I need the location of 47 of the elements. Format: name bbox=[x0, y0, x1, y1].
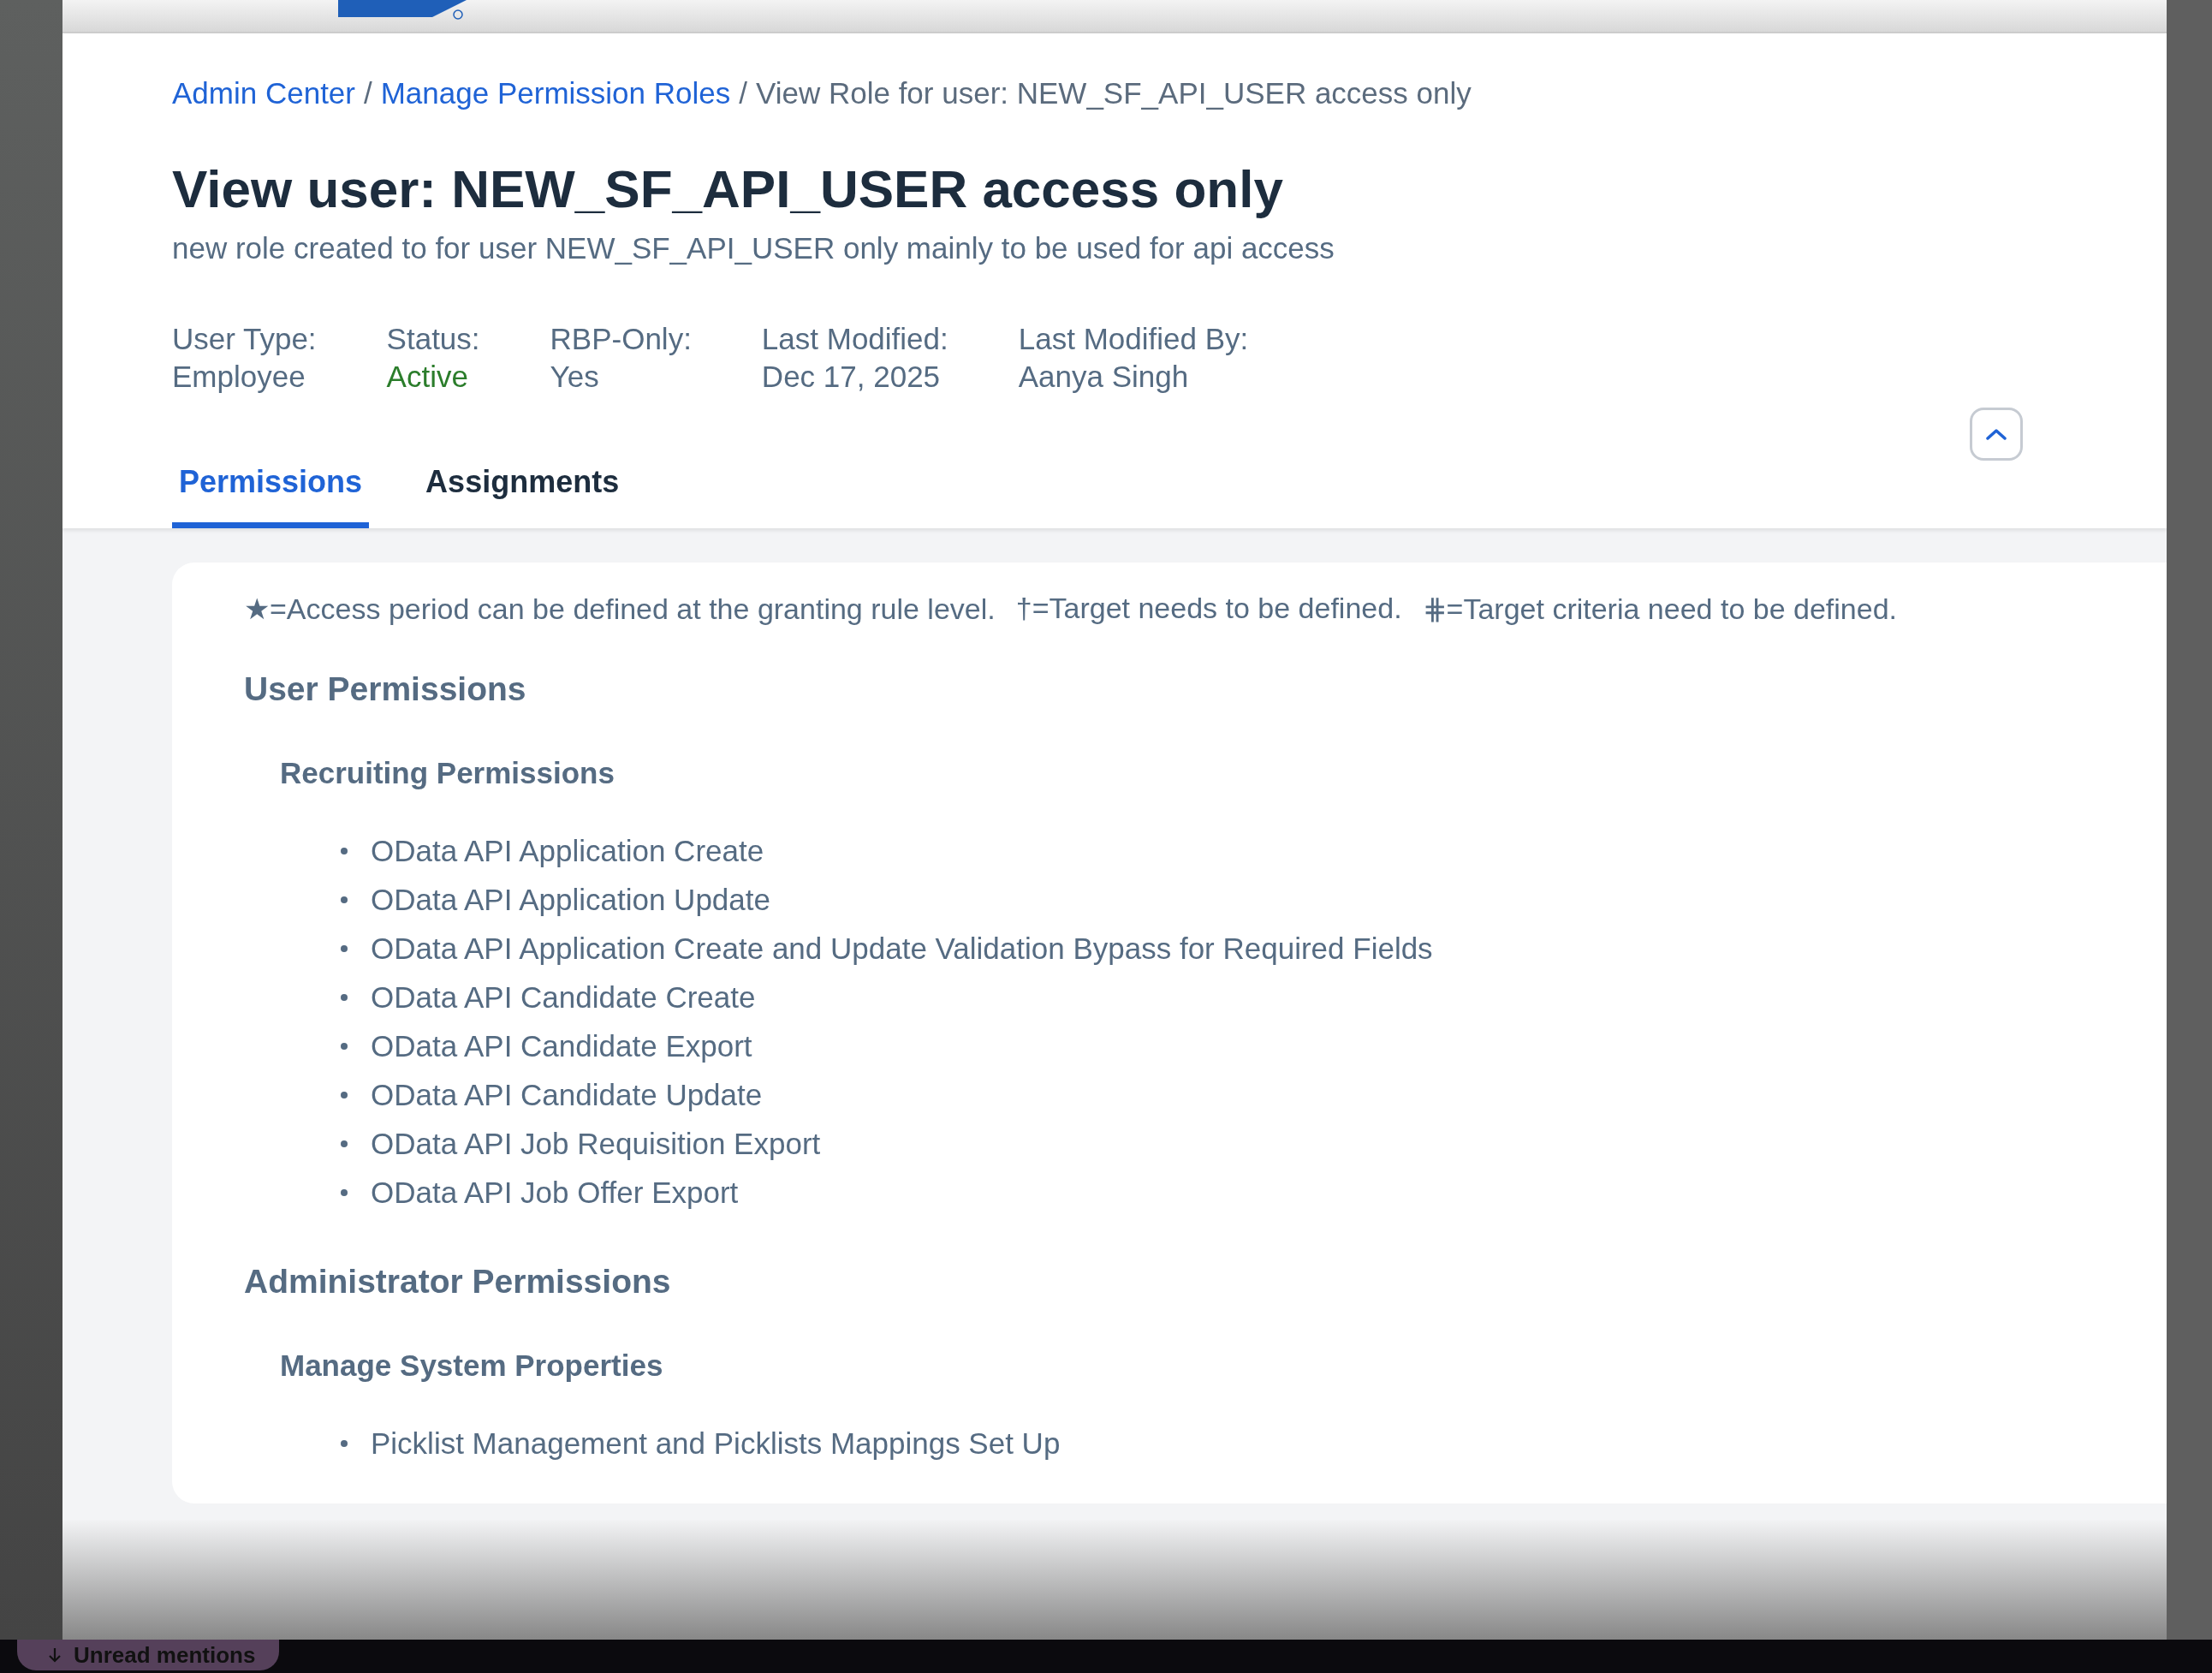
permission-item: OData API Candidate Create bbox=[371, 979, 756, 1015]
breadcrumb-link[interactable]: Admin Center bbox=[172, 76, 355, 110]
bullet-icon bbox=[340, 1090, 348, 1099]
legend-text: ⋕=Target criteria need to be defined. bbox=[1422, 592, 1897, 626]
bullet-icon bbox=[340, 1139, 348, 1148]
bullet-icon bbox=[340, 1041, 348, 1051]
tab[interactable]: Assignments bbox=[419, 464, 627, 528]
legend-text: ★=Access period can be defined at the granting rule level. bbox=[244, 592, 996, 626]
bullet-icon bbox=[340, 1438, 348, 1448]
breadcrumb-separator: / bbox=[739, 76, 747, 110]
permission-item: OData API Candidate Update bbox=[371, 1077, 763, 1112]
page-title: View user: NEW_SF_API_USER access only bbox=[172, 158, 1284, 219]
permission-item: OData API Application Update bbox=[371, 882, 770, 917]
arrow-down-icon bbox=[48, 1647, 62, 1663]
meta-value: Yes bbox=[550, 360, 600, 394]
permission-item: OData API Candidate Export bbox=[371, 1028, 752, 1063]
bullet-icon bbox=[340, 846, 348, 855]
meta-label: User Type: bbox=[172, 322, 317, 356]
meta-label: Last Modified By: bbox=[1018, 322, 1249, 356]
meta-value: Aanya Singh bbox=[1018, 360, 1190, 394]
meta-label: Last Modified: bbox=[761, 322, 948, 356]
permission-item: OData API Job Requisition Export bbox=[371, 1126, 821, 1161]
meta-label: Status: bbox=[386, 322, 480, 356]
bullet-icon bbox=[340, 944, 348, 953]
page-subtitle: new role created to for user NEW_SF_API_USER only mainly to be used for api access bbox=[172, 231, 1335, 265]
chevron-up-icon bbox=[1986, 428, 2007, 440]
group-heading: Manage System Properties bbox=[280, 1349, 664, 1383]
collapse-button[interactable] bbox=[1970, 408, 2023, 461]
breadcrumb-link[interactable]: Manage Permission Roles bbox=[380, 76, 731, 110]
bullet-icon bbox=[340, 1188, 348, 1197]
meta-label: RBP-Only: bbox=[550, 322, 692, 356]
permission-item: OData API Application Create bbox=[371, 833, 764, 868]
permission-item: OData API Application Create and Update Validation Bypass for Required Fields bbox=[371, 931, 1433, 966]
section-heading: Administrator Permissions bbox=[244, 1263, 672, 1301]
group-heading: Recruiting Permissions bbox=[280, 756, 615, 790]
breadcrumb-separator: / bbox=[364, 76, 372, 110]
legend-text: †=Target needs to be defined. bbox=[1015, 592, 1402, 626]
section-heading: User Permissions bbox=[244, 670, 527, 708]
permission-item: OData API Job Offer Export bbox=[371, 1175, 739, 1210]
breadcrumb-current: View Role for user: NEW_SF_API_USER access only bbox=[755, 76, 1472, 110]
permission-item: Picklist Management and Picklists Mappings Set Up bbox=[371, 1426, 1061, 1461]
meta-value: Active bbox=[386, 360, 469, 394]
tab[interactable]: Permissions bbox=[172, 464, 370, 528]
bullet-icon bbox=[340, 992, 348, 1002]
meta-value: Employee bbox=[172, 360, 306, 394]
meta-value: Dec 17, 2025 bbox=[761, 360, 942, 394]
bullet-icon bbox=[340, 895, 348, 904]
